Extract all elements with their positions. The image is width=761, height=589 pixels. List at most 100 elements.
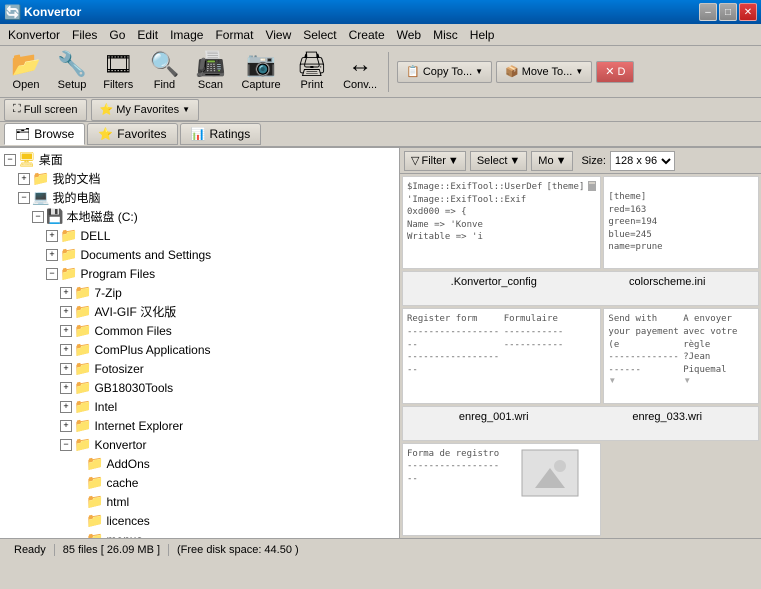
tree-label: AddOns [106,457,149,471]
tree-item-docssettings[interactable]: +📁Documents and Settings [2,245,397,264]
tree-toggle[interactable]: + [60,363,72,375]
my-favorites-button[interactable]: ⭐ My Favorites ▼ [91,99,200,121]
delete-button[interactable]: ✕ D [596,61,634,83]
menu-item-help[interactable]: Help [464,26,501,44]
filter-button[interactable]: ▽ Filter ▼ [404,151,466,171]
full-screen-button[interactable]: ⛶ Full screen [4,99,87,121]
setup-button[interactable]: 🔧 Setup [50,50,94,94]
payment-right: A envoyer avec votre règle?Jean Piquemal… [683,313,754,385]
tree-toggle[interactable]: + [60,420,72,432]
tree-toggle[interactable]: − [32,211,44,223]
find-button[interactable]: 🔍 Find [142,50,186,94]
menu-item-select[interactable]: Select [297,26,342,44]
filter-label: Filter [421,155,445,167]
tree-item-fotosizer[interactable]: +📁Fotosizer [2,359,397,378]
tree-item-7zip[interactable]: +📁7-Zip [2,283,397,302]
thumb-code-line: name=prune [608,241,662,254]
maximize-button[interactable]: □ [719,3,737,21]
full-screen-icon: ⛶ [13,103,21,116]
tree-item-desktop[interactable]: −🖥桌面 [2,150,397,169]
tree-item-progfiles[interactable]: −📁Program Files [2,264,397,283]
scan-button[interactable]: 📠 Scan [188,50,232,94]
wri-filename-row[interactable]: enreg_001.wrienreg_033.wri [402,406,759,441]
tree-item-intel[interactable]: +📁Intel [2,397,397,416]
tree-toggle[interactable]: − [60,439,72,451]
menu-item-edit[interactable]: Edit [131,26,164,44]
tree-item-cache[interactable]: 📁cache [2,473,397,492]
tree-item-menus[interactable]: 📁menus [2,530,397,538]
tree-item-iexplorer[interactable]: +📁Internet Explorer [2,416,397,435]
menu-item-view[interactable]: View [259,26,297,44]
tree-item-commonfiles[interactable]: +📁Common Files [2,321,397,340]
move-to-button[interactable]: 📦 Move To... ▼ [496,61,592,83]
form-right: Formulaire---------------------- [504,313,597,351]
folder-icon: 📁 [86,512,103,529]
capture-button[interactable]: 📷 Capture [234,50,287,94]
tree-item-licences[interactable]: 📁licences [2,511,397,530]
thumbnail-2[interactable]: [theme]red=163green=194blue=245name=prun… [603,176,759,269]
tree-toggle[interactable]: − [46,268,58,280]
tree-item-gb18030[interactable]: +📁GB18030Tools [2,378,397,397]
menu-item-misc[interactable]: Misc [427,26,464,44]
tree-toggle[interactable]: + [60,287,72,299]
tree-toggle[interactable]: + [60,382,72,394]
right-toolbar: ▽ Filter ▼ Select ▼ Mo ▼ Size: 128 x 96 [400,148,761,174]
thumb-scrollbar [588,181,596,191]
tree-label: 7-Zip [94,286,121,300]
ratings-icon: 📊 [191,127,206,141]
print-button[interactable]: 🖨 Print [290,50,334,94]
thumbnail-7[interactable]: Forma de registro------------------- [402,443,601,536]
thumbnail-4[interactable]: Register form---------------------------… [402,308,601,403]
tree-toggle[interactable]: + [60,306,72,318]
mode-button[interactable]: Mo ▼ [531,151,573,171]
filters-button[interactable]: 🎞 Filters [96,50,140,94]
window-controls: – □ ✕ [699,3,757,21]
tree-item-dell[interactable]: +📁DELL [2,226,397,245]
tree-toggle[interactable]: + [46,249,58,261]
folder-icon: 📁 [86,493,103,510]
folder-icon: 📁 [86,455,103,472]
tree-item-addons[interactable]: 📁AddOns [2,454,397,473]
filename-row[interactable]: .Konvertor_configcolorscheme.ini [402,271,759,306]
tree-toggle[interactable]: − [4,154,16,166]
thumbnail-1[interactable]: $Image::ExifTool::UserDef'Image::ExifToo… [402,176,601,269]
thumb-code-line: green=194 [608,216,657,229]
tree-toggle[interactable]: + [60,401,72,413]
select-button[interactable]: Select ▼ [470,151,527,171]
tree-toggle[interactable]: + [18,173,30,185]
tab-ratings[interactable]: 📊 Ratings [180,123,262,145]
tree-item-avigif[interactable]: +📁AVI-GIF 汉化版 [2,302,397,321]
toolbar: 📂 Open 🔧 Setup 🎞 Filters 🔍 Find 📠 Scan 📷… [0,46,761,98]
tree-item-html[interactable]: 📁html [2,492,397,511]
tab-browse[interactable]: 🗂 Browse [4,123,85,145]
open-button[interactable]: 📂 Open [4,50,48,94]
tree-toggle[interactable]: + [60,325,72,337]
thumbnail-5[interactable]: Send with your payement (e--------------… [603,308,759,403]
open-label: Open [13,79,40,91]
menu-item-format[interactable]: Format [209,26,259,44]
tree-item-mycomputer[interactable]: −💻我的电脑 [2,188,397,207]
menu-item-files[interactable]: Files [66,26,103,44]
tree-toggle[interactable]: − [18,192,30,204]
tree-label: Internet Explorer [94,419,183,433]
menu-item-go[interactable]: Go [103,26,131,44]
print-icon: 🖨 [297,53,327,77]
tree-item-mydocs[interactable]: +📁我的文档 [2,169,397,188]
minimize-button[interactable]: – [699,3,717,21]
menu-item-create[interactable]: Create [343,26,391,44]
menu-item-web[interactable]: Web [391,26,427,44]
tree-item-konvertor[interactable]: −📁Konvertor [2,435,397,454]
tree-toggle[interactable]: + [60,344,72,356]
conv-button[interactable]: ↔ Conv... [336,50,384,94]
scan-icon: 📠 [196,53,226,77]
tree-toggle[interactable]: + [46,230,58,242]
tree-item-complus[interactable]: +📁ComPlus Applications [2,340,397,359]
tree-item-drive-c[interactable]: −💾本地磁盘 (C:) [2,207,397,226]
size-select[interactable]: 128 x 96 [610,151,675,171]
copy-to-button[interactable]: 📋 Copy To... ▼ [397,61,492,83]
tab-favorites[interactable]: ⭐ Favorites [87,123,177,145]
close-button[interactable]: ✕ [739,3,757,21]
folder-icon: 📁 [74,341,91,358]
menu-item-image[interactable]: Image [164,26,209,44]
menu-item-konvertor[interactable]: Konvertor [2,26,66,44]
